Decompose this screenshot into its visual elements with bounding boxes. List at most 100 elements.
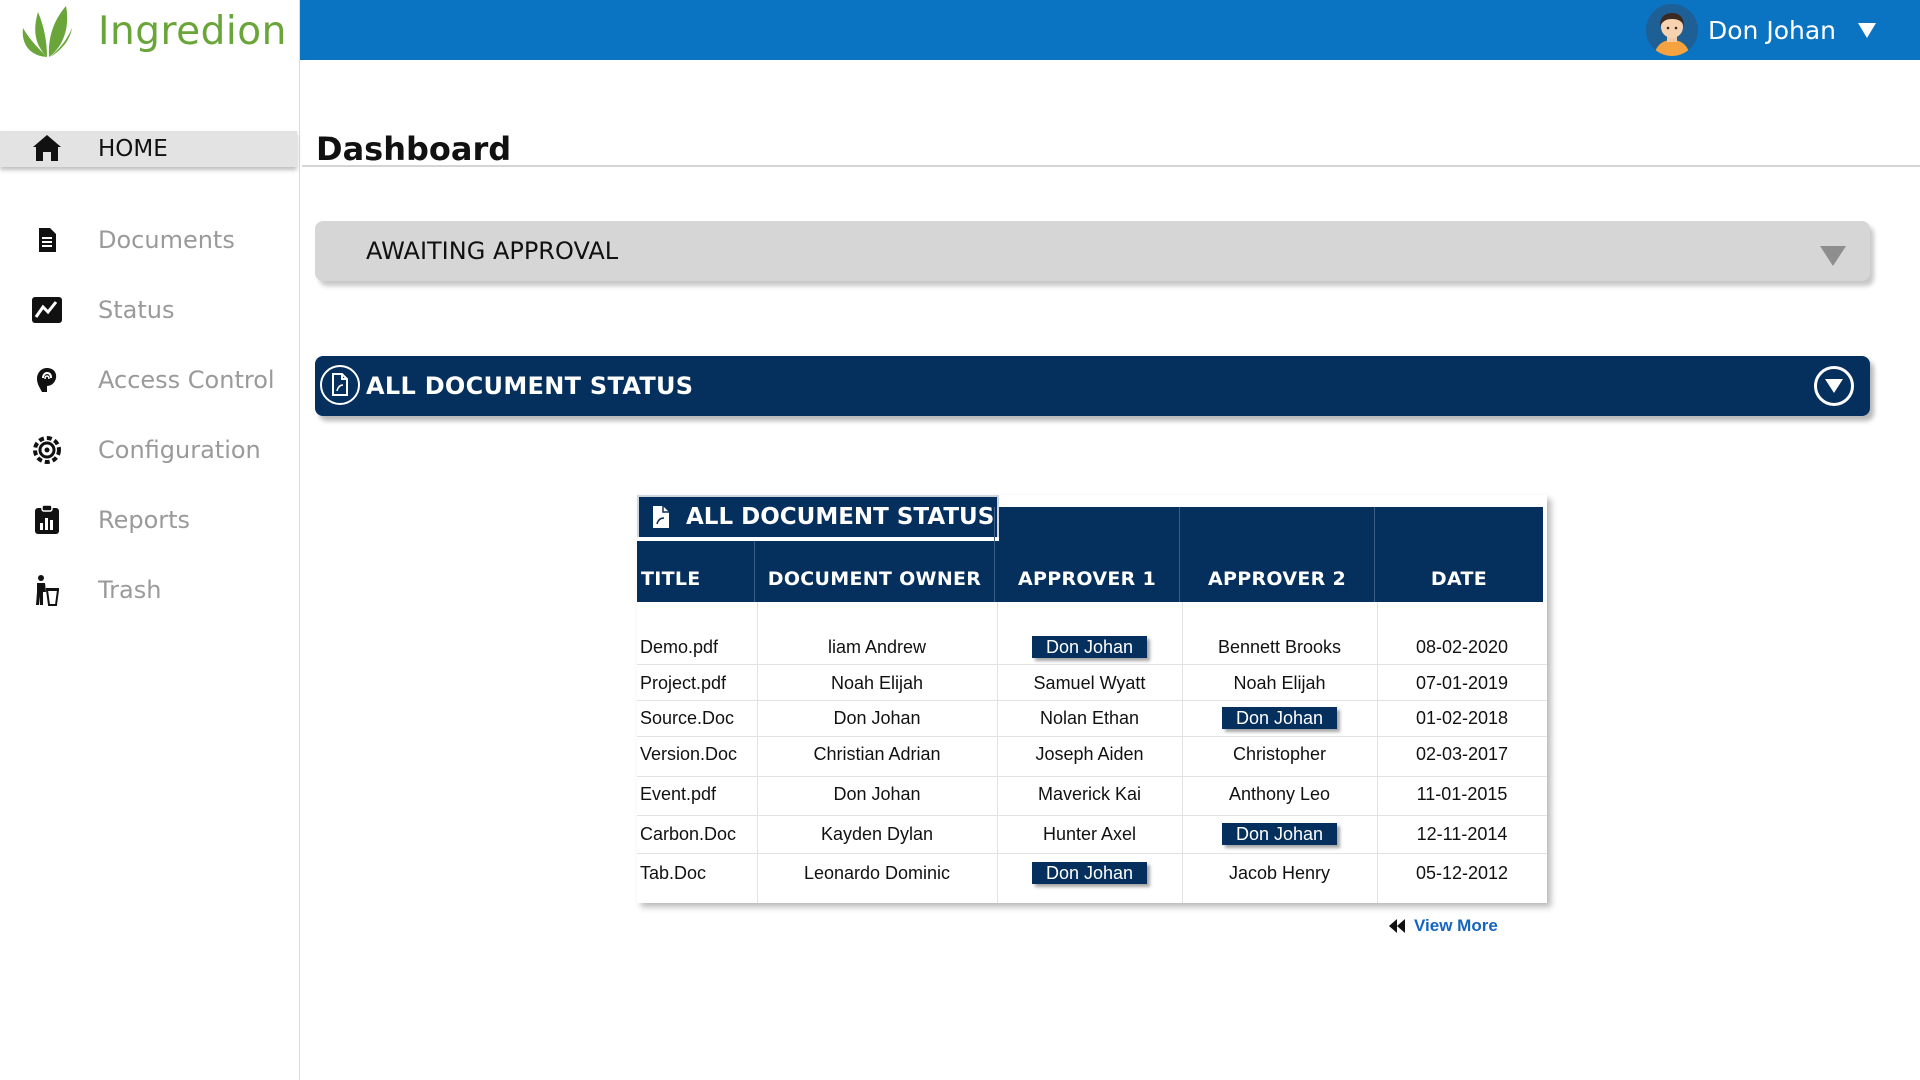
cell-title: Project.pdf <box>640 672 727 693</box>
row-divider <box>637 815 1547 816</box>
sidebar-item-access-control[interactable]: Access Control <box>0 345 300 415</box>
cell-title: Version.Doc <box>640 743 738 764</box>
user-avatar-icon <box>1653 13 1690 56</box>
page-title: Dashboard <box>316 130 512 168</box>
table-row[interactable]: Tab.Doc Leonardo Dominic Don Johan Jacob… <box>637 857 1547 889</box>
table-row[interactable]: Project.pdf Noah Elijah Samuel Wyatt Noa… <box>637 667 1547 699</box>
sidebar-item-label: Trash <box>98 576 162 604</box>
cell-owner: Kayden Dylan <box>820 823 934 844</box>
approver-badge[interactable]: Don Johan <box>1221 823 1338 845</box>
leaf-logo-icon <box>22 6 72 57</box>
sidebar-item-label: Configuration <box>98 436 261 464</box>
approver-badge[interactable]: Don Johan <box>1221 707 1338 729</box>
cell-approver2: Don Johan <box>1182 702 1377 734</box>
cell-approver2: Don Johan <box>1182 818 1377 850</box>
cell-owner: Noah Elijah <box>830 672 924 693</box>
cell-date: 02-03-2017 <box>1415 743 1509 764</box>
fingerprint-icon <box>30 363 64 397</box>
all-document-status-label: ALL DOCUMENT STATUS <box>366 372 694 400</box>
table-row[interactable]: Event.pdf Don Johan Maverick Kai Anthony… <box>637 778 1547 810</box>
cell-approver1: Nolan Ethan <box>1039 707 1140 728</box>
view-more-link[interactable]: View More <box>1388 914 1498 938</box>
cell-approver1: Don Johan <box>997 857 1182 889</box>
cell-owner: Leonardo Dominic <box>803 862 951 883</box>
brand-logo[interactable]: Ingredion <box>18 2 287 60</box>
home-icon <box>30 131 64 165</box>
document-icon <box>320 365 360 405</box>
cell-approver1: Joseph Aiden <box>1035 743 1144 764</box>
cell-approver2: Anthony Leo <box>1228 783 1331 804</box>
sidebar-item-label: HOME <box>98 136 168 162</box>
cell-title: Carbon.Doc <box>640 823 737 844</box>
table-row[interactable]: Source.Doc Don Johan Nolan Ethan Don Joh… <box>637 702 1547 734</box>
sidebar-item-configuration[interactable]: Configuration <box>0 415 300 485</box>
cell-title: Event.pdf <box>640 783 717 804</box>
cell-owner: Don Johan <box>833 783 921 804</box>
row-divider <box>637 776 1547 777</box>
sidebar-item-label: Status <box>98 296 175 324</box>
sidebar: Ingredion HOME Documents Status Access C… <box>0 0 300 1080</box>
sidebar-item-label: Reports <box>98 506 191 534</box>
cell-approver1: Don Johan <box>997 631 1182 663</box>
cell-date: 12-11-2014 <box>1416 823 1508 844</box>
sidebar-item-status[interactable]: Status <box>0 275 300 345</box>
row-divider <box>637 664 1547 665</box>
caret-down-icon[interactable] <box>1858 22 1876 38</box>
sidebar-item-label: Access Control <box>98 366 275 394</box>
column-header-approver2[interactable]: APPROVER 2 <box>1180 555 1374 602</box>
rewind-icon <box>1389 919 1405 933</box>
cell-date: 11-01-2015 <box>1416 783 1508 804</box>
gear-icon <box>30 433 64 467</box>
chevron-down-circle-icon[interactable] <box>1814 366 1854 406</box>
table-row[interactable]: Version.Doc Christian Adrian Joseph Aide… <box>637 738 1547 770</box>
cell-title: Demo.pdf <box>640 636 719 657</box>
cell-owner: Don Johan <box>833 707 921 728</box>
awaiting-approval-panel[interactable]: AWAITING APPROVAL <box>315 221 1870 281</box>
approver-badge[interactable]: Don Johan <box>1031 636 1148 658</box>
cell-date: 08-02-2020 <box>1415 636 1509 657</box>
column-header-approver1[interactable]: APPROVER 1 <box>995 555 1179 602</box>
row-divider <box>637 736 1547 737</box>
header-divider <box>994 507 995 602</box>
title-divider <box>302 165 1920 167</box>
cell-approver1: Maverick Kai <box>1037 783 1142 804</box>
table-row[interactable]: Carbon.Doc Kayden Dylan Hunter Axel Don … <box>637 818 1547 850</box>
cell-approver2: Christopher <box>1232 743 1327 764</box>
cell-date: 01-02-2018 <box>1415 707 1509 728</box>
sidebar-item-documents[interactable]: Documents <box>0 205 300 275</box>
header-divider <box>1374 507 1375 602</box>
trash-person-icon <box>30 573 64 607</box>
table-title-tab: ALL DOCUMENT STATUS <box>637 495 999 537</box>
awaiting-approval-label: AWAITING APPROVAL <box>366 237 619 265</box>
sidebar-item-home[interactable]: HOME <box>0 131 297 167</box>
cell-date: 07-01-2019 <box>1415 672 1509 693</box>
column-header-owner[interactable]: DOCUMENT OWNER <box>755 555 994 602</box>
approver-badge[interactable]: Don Johan <box>1031 862 1148 884</box>
sidebar-item-trash[interactable]: Trash <box>0 555 300 625</box>
row-divider <box>637 700 1547 701</box>
row-divider <box>637 853 1547 854</box>
all-document-status-panel[interactable]: ALL DOCUMENT STATUS <box>315 356 1870 416</box>
document-icon <box>30 223 64 257</box>
cell-title: Source.Doc <box>640 707 735 728</box>
brand-name: Ingredion <box>98 8 287 54</box>
cell-owner: liam Andrew <box>827 636 927 657</box>
sidebar-item-reports[interactable]: Reports <box>0 485 300 555</box>
cell-approver2: Jacob Henry <box>1228 862 1331 883</box>
avatar <box>1645 4 1698 56</box>
top-bar: Don Johan <box>300 0 1920 60</box>
caret-down-icon[interactable] <box>1820 246 1846 266</box>
column-header-date[interactable]: DATE <box>1375 555 1543 602</box>
cell-approver2: Bennett Brooks <box>1217 636 1342 657</box>
user-menu[interactable]: Don Johan <box>1645 4 1876 56</box>
document-status-table: ALL DOCUMENT STATUS TITLE DOCUMENT OWNER… <box>637 495 1547 903</box>
cell-date: 05-12-2012 <box>1415 862 1509 883</box>
sidebar-nav: HOME Documents Status Access Control Con… <box>0 131 300 625</box>
column-header-title[interactable]: TITLE <box>637 555 754 602</box>
header-divider <box>1179 507 1180 602</box>
table-row[interactable]: Demo.pdf liam Andrew Don Johan Bennett B… <box>637 631 1547 663</box>
sidebar-item-label: Documents <box>98 226 235 254</box>
user-name: Don Johan <box>1707 15 1836 45</box>
chart-line-icon <box>30 293 64 327</box>
view-more-label: View More <box>1414 916 1498 935</box>
